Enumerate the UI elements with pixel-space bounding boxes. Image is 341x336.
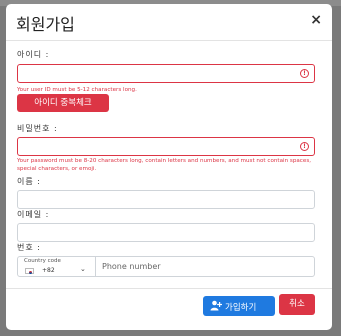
phone-field: Country code +82 ⌄ [17,256,315,277]
chevron-down-icon[interactable]: ⌄ [80,265,86,273]
email-input[interactable] [18,228,314,245]
add-user-icon [210,300,222,311]
cancel-button[interactable]: 취소 [279,294,315,315]
footer-divider [6,288,332,289]
phone-number-input[interactable] [98,257,308,276]
user-id-label: 아이디 : [17,50,50,59]
user-id-field[interactable]: ! [17,64,315,86]
name-input[interactable] [18,195,314,212]
join-button[interactable]: 가입하기 [203,296,275,316]
country-code-select[interactable]: Country code +82 ⌄ [18,257,96,276]
user-id-error: Your user ID must be 5-12 characters lon… [17,87,137,93]
password-error: Your password must be 8-20 characters lo… [17,158,312,172]
signup-modal: 회원가입 × 아이디 : ! Your user ID must be 5-12… [6,4,332,330]
user-id-input[interactable] [18,69,314,86]
error-circle-icon: ! [300,69,309,78]
country-code-label: Country code [24,258,61,264]
email-label: 이메일 : [17,210,50,219]
country-code-value: +82 [42,267,55,274]
join-button-label: 가입하기 [225,303,257,313]
error-circle-icon: ! [300,142,309,151]
modal-title: 회원가입 [16,15,75,34]
check-id-duplicate-button[interactable]: 아이디 중복체크 [17,94,109,112]
name-field[interactable] [17,190,315,212]
phone-label: 번호 : [17,243,41,252]
password-label: 비밀번호 : [17,124,58,133]
name-label: 이름 : [17,177,41,186]
modal-header: 회원가입 × [6,4,332,41]
password-field[interactable]: ! [17,137,315,159]
email-field[interactable] [17,223,315,245]
close-icon[interactable]: × [310,12,322,28]
south-korea-flag-icon [25,268,34,274]
